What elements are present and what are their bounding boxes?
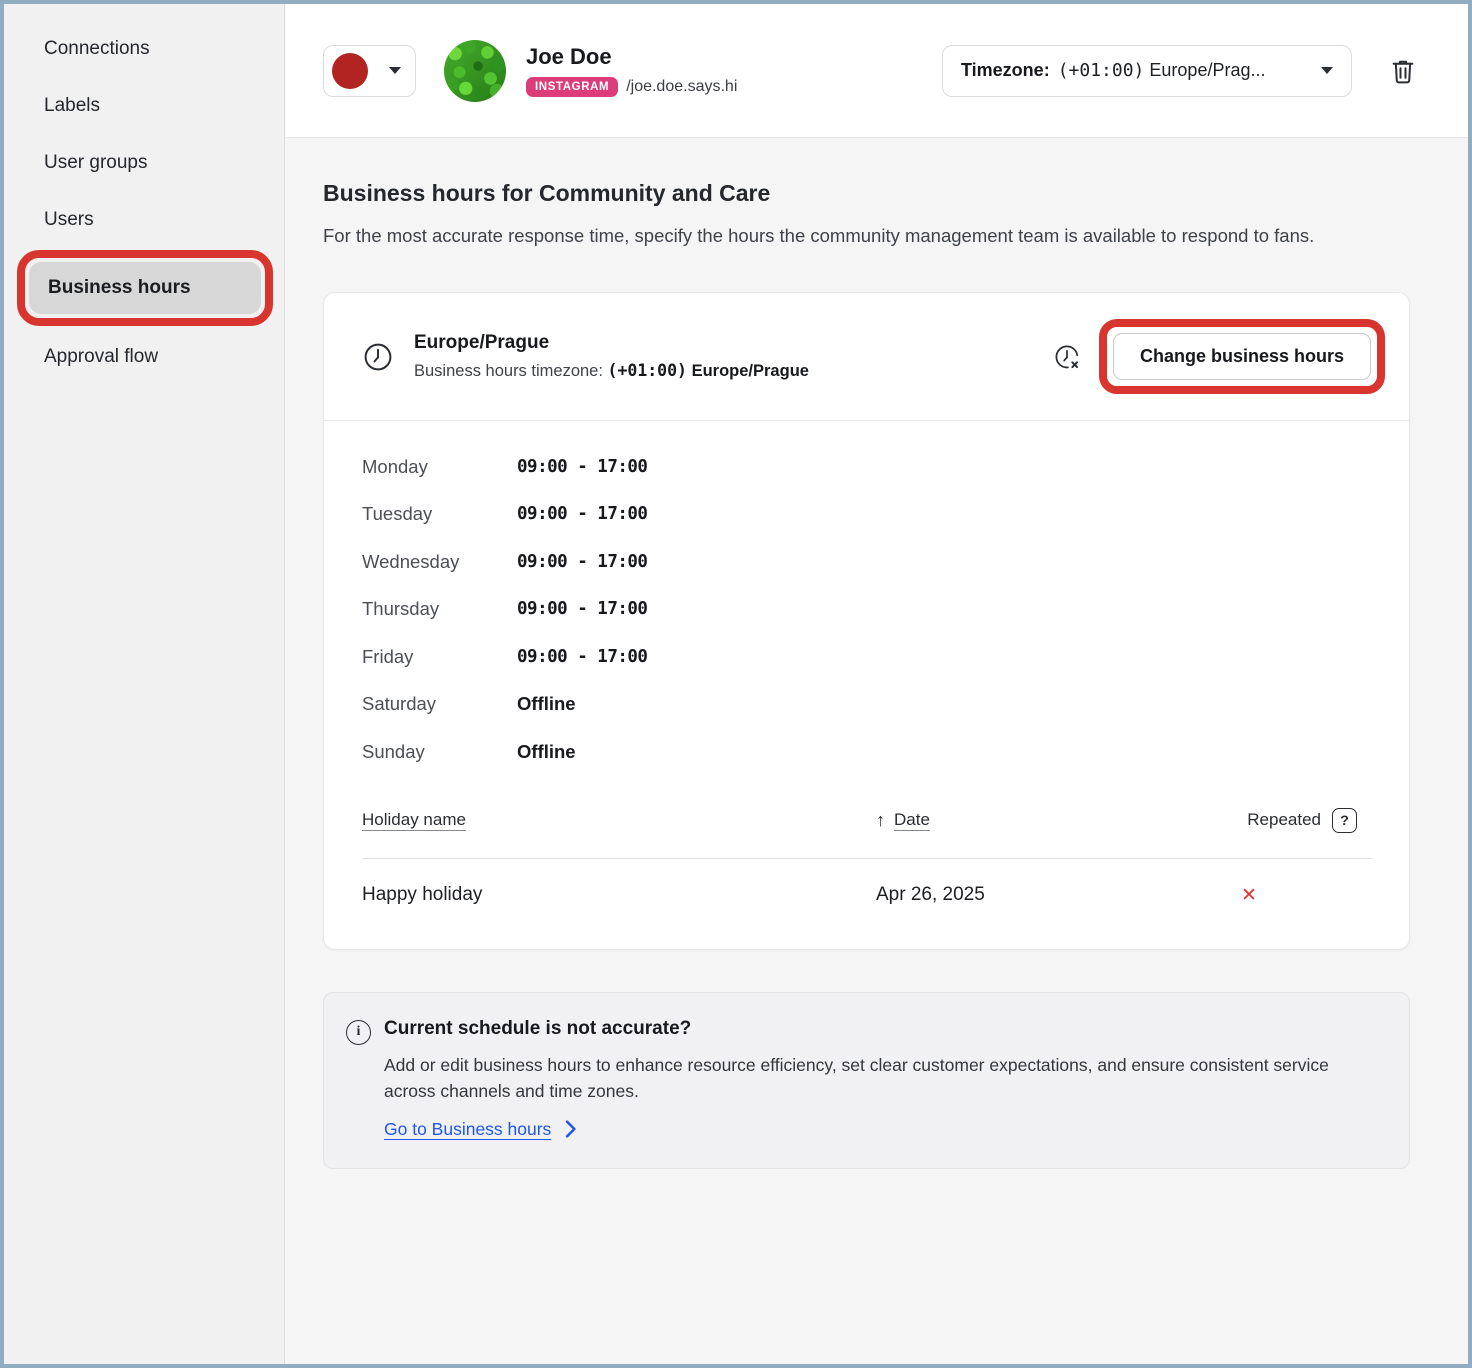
- day-row-wednesday: Wednesday 09:00 - 17:00: [362, 538, 1371, 586]
- repeated-column-header: Repeated: [1247, 810, 1321, 830]
- settings-sidebar: Connections Labels User groups Users Bus…: [4, 4, 285, 1364]
- day-label: Wednesday: [362, 551, 517, 573]
- timezone-summary: Europe/Prague Business hours timezone: (…: [414, 332, 809, 381]
- info-panel-title: Current schedule is not accurate?: [384, 1018, 1379, 1040]
- timezone-select-label: Timezone:: [961, 60, 1050, 81]
- info-panel-body: Add or edit business hours to enhance re…: [384, 1052, 1379, 1104]
- clock-icon: [362, 341, 394, 373]
- day-hours: 09:00 - 17:00: [517, 504, 647, 524]
- profile-header: Joe Doe INSTAGRAM /joe.doe.says.hi Timez…: [285, 4, 1468, 138]
- timezone-caption-label: Business hours timezone:: [414, 362, 608, 380]
- page-description: For the most accurate response time, spe…: [323, 222, 1353, 250]
- day-offline-status: Offline: [517, 741, 576, 763]
- change-business-hours-button[interactable]: Change business hours: [1113, 333, 1371, 380]
- delete-connection-button[interactable]: [1388, 56, 1418, 86]
- sidebar-item-labels[interactable]: Labels: [4, 77, 284, 134]
- date-column-header[interactable]: Date: [894, 810, 930, 830]
- avatar: [444, 40, 506, 102]
- info-icon: i: [346, 1020, 371, 1045]
- page-title: Business hours for Community and Care: [323, 180, 1410, 207]
- app-window: Connections Labels User groups Users Bus…: [0, 0, 1472, 1368]
- day-row-sunday: Sunday Offline: [362, 728, 1371, 776]
- network-badge: INSTAGRAM: [526, 77, 618, 97]
- day-offline-status: Offline: [517, 693, 576, 715]
- sidebar-item-connections[interactable]: Connections: [4, 20, 284, 77]
- holiday-name-column-header[interactable]: Holiday name: [362, 810, 466, 829]
- day-label: Sunday: [362, 741, 517, 763]
- account-switcher-dropdown[interactable]: [323, 45, 416, 97]
- sort-ascending-icon[interactable]: ↑: [876, 810, 885, 831]
- chevron-right-icon: [563, 1120, 579, 1138]
- day-row-tuesday: Tuesday 09:00 - 17:00: [362, 491, 1371, 539]
- day-hours: 09:00 - 17:00: [517, 457, 647, 477]
- day-label: Thursday: [362, 598, 517, 620]
- day-label: Saturday: [362, 693, 517, 715]
- day-row-saturday: Saturday Offline: [362, 681, 1371, 729]
- annotation-highlight-change-button: Change business hours: [1099, 319, 1385, 394]
- account-color-dot: [332, 53, 368, 89]
- timezone-select-name: Europe/Prag...: [1149, 60, 1265, 80]
- day-label: Monday: [362, 456, 517, 478]
- timezone-caption-code: (+01:00): [608, 361, 687, 380]
- help-icon[interactable]: ?: [1332, 808, 1357, 833]
- holiday-name: Happy holiday: [362, 884, 876, 906]
- timezone-title: Europe/Prague: [414, 332, 809, 354]
- day-row-thursday: Thursday 09:00 - 17:00: [362, 586, 1371, 634]
- clock-x-icon: [1053, 343, 1081, 371]
- sidebar-item-users[interactable]: Users: [4, 191, 284, 248]
- not-repeated-x-icon[interactable]: ✕: [1221, 884, 1371, 907]
- profile-identity: Joe Doe INSTAGRAM /joe.doe.says.hi: [526, 44, 737, 97]
- sidebar-item-business-hours[interactable]: Business hours: [29, 262, 261, 314]
- timezone-select[interactable]: Timezone: (+01:00) Europe/Prag...: [942, 45, 1352, 97]
- day-hours: 09:00 - 17:00: [517, 599, 647, 619]
- day-label: Tuesday: [362, 503, 517, 525]
- schedule-info-panel: i Current schedule is not accurate? Add …: [323, 992, 1410, 1169]
- holiday-date: Apr 26, 2025: [876, 884, 1221, 906]
- business-hours-page: Business hours for Community and Care Fo…: [285, 138, 1468, 1364]
- go-to-business-hours-link[interactable]: Go to Business hours: [384, 1119, 551, 1140]
- profile-name: Joe Doe: [526, 44, 737, 70]
- timezone-caption: Business hours timezone: (+01:00) Europe…: [414, 361, 809, 381]
- day-row-monday: Monday 09:00 - 17:00: [362, 443, 1371, 491]
- chevron-down-icon: [1321, 67, 1333, 74]
- holiday-table-header: Holiday name ↑ Date Repeated ?: [362, 808, 1371, 833]
- timezone-select-code: (+01:00): [1058, 60, 1145, 81]
- day-hours: 09:00 - 17:00: [517, 552, 647, 572]
- holiday-row: Happy holiday Apr 26, 2025 ✕: [362, 859, 1371, 919]
- sidebar-item-approval-flow[interactable]: Approval flow: [4, 328, 284, 385]
- profile-handle: /joe.doe.says.hi: [626, 78, 737, 96]
- chevron-down-icon: [389, 67, 401, 74]
- sidebar-item-user-groups[interactable]: User groups: [4, 134, 284, 191]
- trash-icon: [1388, 56, 1418, 86]
- day-row-friday: Friday 09:00 - 17:00: [362, 633, 1371, 681]
- timezone-caption-name: Europe/Prague: [687, 362, 809, 380]
- business-hours-card: Europe/Prague Business hours timezone: (…: [323, 292, 1410, 950]
- annotation-highlight-business-hours: Business hours: [17, 250, 273, 326]
- day-hours: 09:00 - 17:00: [517, 647, 647, 667]
- day-label: Friday: [362, 646, 517, 668]
